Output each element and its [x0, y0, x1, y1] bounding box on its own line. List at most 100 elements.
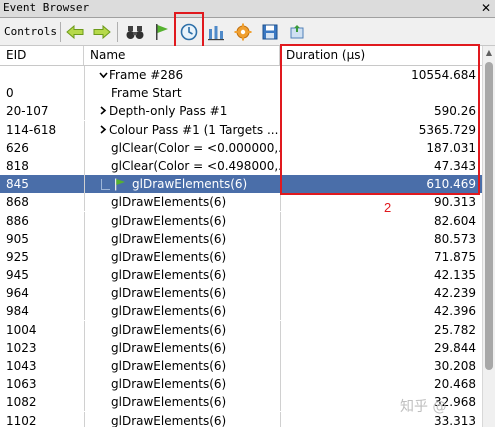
event-duration: 42.135 — [280, 266, 480, 285]
scroll-up-arrow-icon[interactable]: ▲ — [483, 46, 495, 60]
event-name: Frame #286 — [109, 68, 184, 82]
event-id: 925 — [6, 249, 29, 264]
bookmark-flag-icon — [114, 177, 126, 191]
event-id: 1102 — [6, 413, 37, 427]
event-name: glDrawElements(6) — [111, 359, 227, 373]
event-name: glClear(Color = <0.000000,... — [111, 140, 280, 155]
event-name-cell: glDrawElements(6) — [84, 375, 280, 394]
column-select-icon[interactable] — [205, 21, 227, 43]
event-id: 886 — [6, 213, 29, 228]
toolbar: Controls — [0, 18, 495, 46]
event-duration: 32.968 — [280, 393, 480, 412]
event-name: glDrawElements(6) — [111, 395, 227, 410]
close-icon[interactable]: ✕ — [481, 1, 491, 15]
event-row[interactable]: 905 glDrawElements(6) 80.573 — [0, 229, 482, 248]
event-name: glDrawElements(6) — [111, 322, 227, 337]
find-binoculars-icon[interactable] — [124, 21, 146, 43]
expand-right-chevron-icon[interactable] — [99, 121, 109, 139]
event-id: 1023 — [6, 340, 37, 355]
scroll-thumb[interactable] — [485, 62, 493, 370]
event-name: glDrawElements(6) — [111, 231, 227, 246]
export-icon[interactable] — [286, 21, 308, 43]
event-id: 626 — [6, 140, 29, 155]
event-id: 20-107 — [6, 104, 49, 119]
column-header-name[interactable]: Name — [84, 46, 280, 65]
expand-right-chevron-icon[interactable] — [99, 102, 109, 120]
event-row[interactable]: 1063 glDrawElements(6) 20.468 — [0, 375, 482, 394]
event-duration: 29.844 — [280, 338, 480, 357]
event-id: 1004 — [6, 322, 37, 337]
event-name-cell: glDrawElements(6) — [84, 302, 280, 321]
event-id — [6, 66, 84, 84]
event-duration: 42.396 — [280, 302, 480, 321]
window-title: Event Browser — [3, 1, 90, 14]
event-row[interactable]: 984 glDrawElements(6) 42.396 — [0, 302, 482, 321]
annotation-label-2: 2 — [384, 200, 392, 215]
event-duration: 80.573 — [280, 229, 480, 248]
event-id: 868 — [6, 195, 29, 210]
event-id: 114-618 — [6, 122, 57, 137]
event-duration: 33.313 — [280, 411, 480, 427]
settings-cog-icon[interactable] — [232, 21, 254, 43]
tree-connector-icon — [101, 179, 110, 191]
event-name-cell: glDrawElements(6) — [84, 229, 280, 248]
event-name: glDrawElements(6) — [132, 177, 248, 192]
event-name: Frame Start — [111, 86, 182, 101]
event-name: glDrawElements(6) — [111, 213, 227, 228]
event-id: 905 — [6, 231, 29, 246]
window-titlebar: Event Browser ✕ — [0, 0, 495, 18]
event-id: 0 — [6, 86, 14, 101]
event-id: 964 — [6, 286, 29, 301]
event-name: Depth-only Pass #1 — [109, 104, 228, 119]
event-name: glClear(Color = <0.498000,... — [111, 158, 280, 173]
toolbar-separator — [117, 22, 118, 42]
controls-label: Controls — [4, 25, 57, 38]
event-duration: 25.782 — [280, 320, 480, 339]
event-name-cell: Frame Start — [84, 84, 280, 103]
event-name: glDrawElements(6) — [111, 340, 227, 355]
event-name: glDrawElements(6) — [111, 268, 227, 283]
column-header-eid[interactable]: EID — [0, 46, 84, 65]
event-row[interactable]: 925 glDrawElements(6) 71.875 — [0, 247, 482, 266]
event-row[interactable]: 1043 glDrawElements(6) 30.208 — [0, 357, 482, 375]
event-name-cell: glDrawElements(6) — [84, 338, 280, 357]
event-row[interactable]: 868 glDrawElements(6) 90.313 — [0, 193, 482, 212]
event-name-cell: glDrawElements(6) — [84, 320, 280, 339]
event-name-cell: glDrawElements(6) — [84, 411, 280, 427]
event-duration: 90.313 — [280, 193, 480, 212]
event-name-cell: glDrawElements(6) — [84, 193, 280, 212]
save-disk-icon[interactable] — [259, 21, 281, 43]
back-arrow-icon[interactable] — [64, 21, 86, 43]
bookmark-flag-icon[interactable] — [151, 21, 173, 43]
event-name-cell: glDrawElements(6) — [84, 211, 280, 230]
annotation-box-clock — [174, 12, 204, 48]
event-id: 845 — [6, 177, 29, 192]
event-duration: 71.875 — [280, 247, 480, 266]
event-name-cell: Depth-only Pass #1 — [84, 102, 280, 121]
event-row[interactable]: 1023 glDrawElements(6) 29.844 — [0, 338, 482, 357]
event-id: 1063 — [6, 377, 37, 392]
event-duration: 82.604 — [280, 211, 480, 230]
event-id: 984 — [6, 304, 29, 319]
event-name-cell: glClear(Color = <0.498000,... — [84, 156, 280, 175]
event-id: 818 — [6, 158, 29, 173]
watermark: 知乎 @ — [400, 399, 447, 415]
forward-arrow-icon[interactable] — [91, 21, 113, 43]
event-row[interactable]: 945 glDrawElements(6) 42.135 — [0, 266, 482, 285]
toolbar-separator — [60, 22, 61, 42]
event-name: glDrawElements(6) — [111, 413, 227, 427]
event-name: glDrawElements(6) — [111, 286, 227, 301]
event-name-cell: glDrawElements(6) — [84, 247, 280, 266]
expand-down-chevron-icon[interactable] — [99, 66, 109, 84]
event-row[interactable]: 886 glDrawElements(6) 82.604 — [0, 211, 482, 230]
event-name: Colour Pass #1 (1 Targets ... — [109, 122, 279, 137]
event-duration: 42.239 — [280, 284, 480, 303]
event-duration: 30.208 — [280, 357, 480, 375]
event-id: 945 — [6, 268, 29, 283]
event-name-cell: glDrawElements(6) — [84, 393, 280, 412]
event-id: 1043 — [6, 359, 37, 373]
event-name: glDrawElements(6) — [111, 377, 227, 392]
event-row[interactable]: 1004 glDrawElements(6) 25.782 — [0, 320, 482, 339]
event-row[interactable]: 964 glDrawElements(6) 42.239 — [0, 284, 482, 303]
vertical-scrollbar[interactable]: ▲ — [482, 46, 495, 427]
